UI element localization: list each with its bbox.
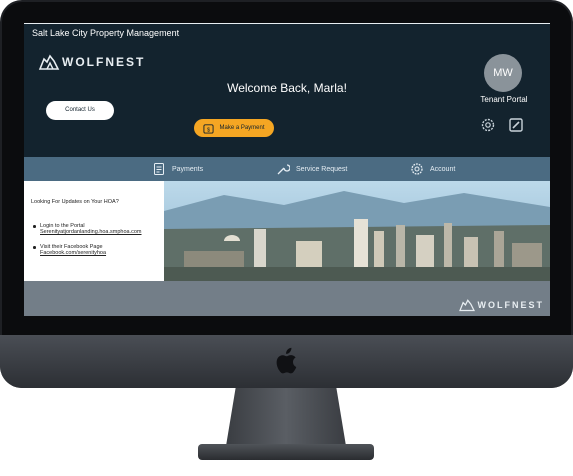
receipt-icon	[154, 163, 164, 175]
main-nav: Payments Service Request Account	[24, 157, 550, 181]
screen: Salt Lake City Property Management WOLFN…	[24, 23, 550, 316]
apple-logo-icon	[276, 347, 297, 374]
footer-logo: WOLFNEST	[458, 298, 545, 312]
nav-label-account: Account	[430, 165, 456, 173]
contact-us-button[interactable]: Contact Us	[46, 101, 114, 120]
hoa-question: Looking For Updates on Your HOA?	[31, 199, 119, 205]
welcome-heading: Welcome Back, Marla!	[227, 81, 347, 95]
make-payment-label: Make a Payment	[219, 125, 265, 131]
hoa-updates-panel: Looking For Updates on Your HOA? Login t…	[24, 181, 164, 281]
monitor-stand-neck	[226, 388, 346, 446]
svg-text:$: $	[207, 127, 210, 133]
hoa-list: Login to the Portal Serenityatjordanland…	[28, 223, 170, 265]
brand-name: WOLFNEST	[62, 55, 146, 69]
gear-icon	[411, 163, 423, 175]
nav-label-service-request: Service Request	[296, 165, 348, 173]
nav-item-payments[interactable]: Payments	[152, 157, 203, 181]
hoa-portal-link[interactable]: Serenityatjordanlanding.hoa.smphoa.com	[40, 229, 170, 235]
edit-icon[interactable]	[508, 117, 524, 133]
nav-label-payments: Payments	[172, 165, 204, 173]
nav-item-service-request[interactable]: Service Request	[276, 157, 347, 181]
wolf-icon	[38, 54, 60, 70]
list-item: Login to the Portal Serenityatjordanland…	[33, 223, 170, 235]
footer: WOLFNEST	[24, 281, 550, 316]
facebook-link[interactable]: Facebook.com/serenityhoa	[40, 250, 170, 256]
monitor-stand-foot	[198, 444, 374, 460]
settings-gear-icon[interactable]	[480, 117, 496, 133]
brand-logo[interactable]: WOLFNEST	[38, 53, 145, 71]
avatar[interactable]: MW	[484, 54, 522, 92]
footer-brand-name: WOLFNEST	[477, 300, 544, 310]
site-title: Salt Lake City Property Management	[24, 23, 550, 41]
tenant-portal-label: Tenant Portal	[480, 95, 528, 104]
list-item: Visit their Facebook Page Facebook.com/s…	[33, 244, 170, 256]
payment-icon: $	[203, 123, 215, 134]
make-payment-button[interactable]: $ Make a Payment	[194, 119, 274, 137]
portal-icon-row	[480, 117, 524, 133]
nav-item-account[interactable]: Account	[410, 157, 455, 181]
wolf-icon	[458, 299, 475, 312]
wrench-icon	[277, 164, 290, 175]
